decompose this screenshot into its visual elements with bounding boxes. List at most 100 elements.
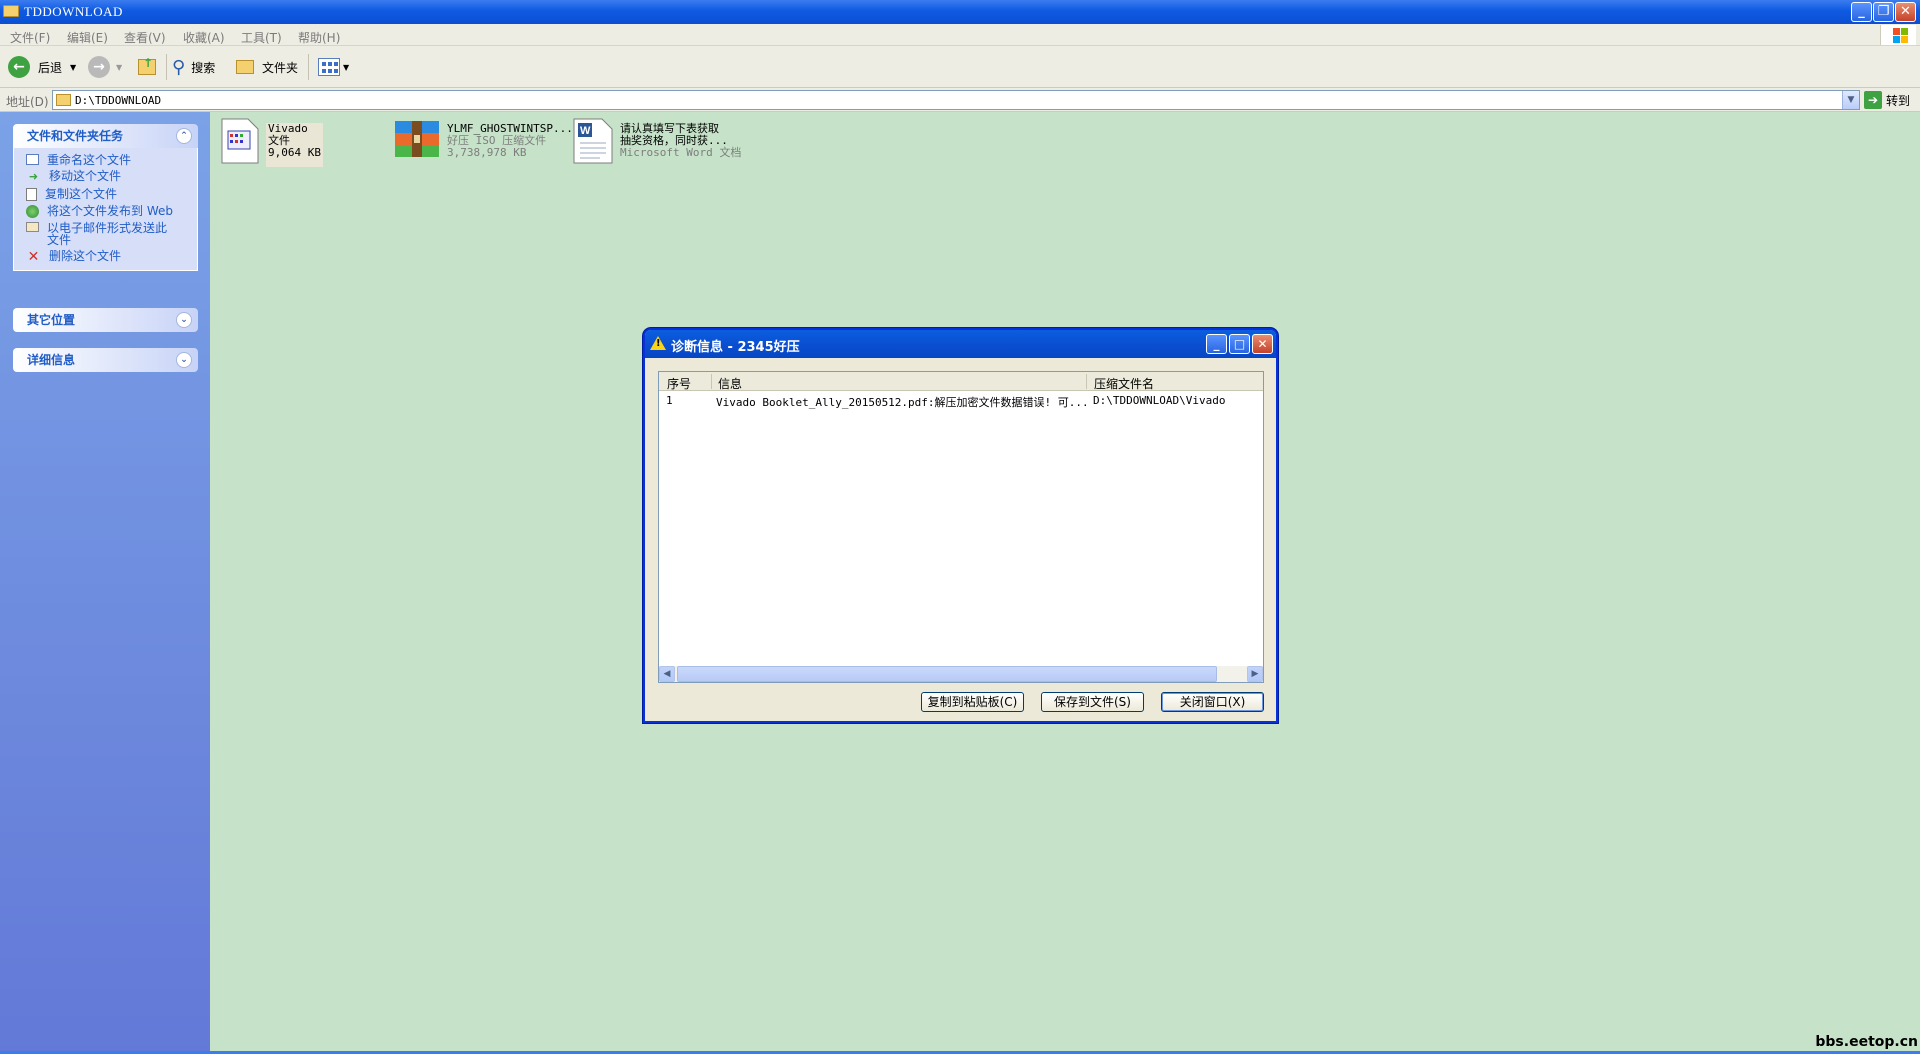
views-icon: [318, 58, 340, 76]
address-label: 地址(D): [6, 95, 49, 109]
task-label: 移动这个文件: [49, 169, 122, 183]
scroll-right-icon[interactable]: ▶: [1247, 666, 1263, 682]
folders-button[interactable]: 文件夹: [236, 54, 298, 80]
menu-file[interactable]: 文件(F): [10, 29, 50, 46]
horizontal-scrollbar[interactable]: ◀ ▶: [659, 666, 1263, 682]
search-button[interactable]: ⚲ 搜索: [172, 54, 215, 80]
dialog-title-bar[interactable]: ! 诊断信息 - 2345好压 _ □ ✕: [645, 330, 1276, 358]
web-publish-icon: [26, 205, 39, 218]
menu-favorites[interactable]: 收藏(A): [183, 29, 225, 46]
generic-file-icon: [221, 118, 259, 164]
close-button[interactable]: ✕: [1895, 2, 1916, 22]
row-message: Vivado Booklet_Ally_20150512.pdf:解压加密文件数…: [716, 396, 1089, 409]
folders-label: 文件夹: [262, 60, 299, 75]
task-rename[interactable]: 重命名这个文件: [14, 152, 197, 168]
back-dropdown-icon[interactable]: ▼: [70, 63, 76, 72]
minimize-button[interactable]: _: [1851, 2, 1872, 22]
back-label: 后退: [38, 60, 63, 75]
search-icon: ⚲: [172, 56, 186, 78]
folder-icon: [3, 5, 19, 17]
word-doc-icon: W: [573, 118, 613, 164]
address-value: D:\TDDOWNLOAD: [75, 94, 162, 107]
details-header[interactable]: 详细信息 ⌄: [13, 348, 198, 372]
save-to-file-button[interactable]: 保存到文件(S): [1041, 692, 1144, 712]
views-dropdown-icon: ▼: [343, 62, 350, 72]
details-title: 详细信息: [27, 353, 76, 367]
list-header: 序号 信息 压缩文件名: [659, 372, 1263, 391]
other-places-panel: 其它位置 ⌄: [13, 308, 198, 332]
menu-help[interactable]: 帮助(H): [298, 29, 340, 46]
task-label: 重命名这个文件: [47, 153, 132, 167]
archive-icon: [395, 121, 439, 157]
restore-button[interactable]: ❐: [1873, 2, 1894, 22]
task-email[interactable]: 以电子邮件形式发送此文件: [14, 220, 197, 248]
scroll-thumb[interactable]: [677, 666, 1217, 682]
dialog-minimize-button[interactable]: _: [1206, 334, 1227, 354]
table-row[interactable]: 1 Vivado Booklet_Ally_20150512.pdf:解压加密文…: [659, 392, 1263, 409]
watermark: bbs.eetop.cn: [1815, 1034, 1918, 1050]
details-panel: 详细信息 ⌄: [13, 348, 198, 372]
other-places-title: 其它位置: [27, 313, 76, 327]
task-label: 复制这个文件: [45, 187, 118, 201]
task-label: 以电子邮件形式发送此文件: [47, 221, 168, 247]
window-title: TDDOWNLOAD: [24, 4, 123, 19]
scroll-left-icon[interactable]: ◀: [659, 666, 675, 682]
expand-chevron-icon[interactable]: ⌄: [176, 352, 192, 368]
task-copy[interactable]: 复制这个文件: [14, 186, 197, 203]
file-tasks-panel: 文件和文件夹任务 ⌃ 重命名这个文件 ➜ 移动这个文件 复制这个文件 将这个文件…: [13, 124, 198, 271]
dialog-maximize-button[interactable]: □: [1229, 334, 1250, 354]
file-size: 3,738,978 KB: [447, 146, 527, 159]
menu-view[interactable]: 查看(V): [124, 29, 166, 46]
diagnostic-list[interactable]: 序号 信息 压缩文件名 1 Vivado Booklet_Ally_201505…: [658, 371, 1264, 683]
task-label: 将这个文件发布到 Web: [47, 204, 173, 218]
diagnostic-dialog: ! 诊断信息 - 2345好压 _ □ ✕ 序号 信息 压缩文件名 1 Viva…: [643, 328, 1278, 723]
address-input[interactable]: D:\TDDOWNLOAD ▼: [52, 90, 1860, 110]
forward-dropdown-icon[interactable]: ▼: [116, 63, 122, 72]
file-item[interactable]: W 请认真填写下表获取 抽奖资格，同时获... Microsoft Word 文…: [572, 117, 741, 167]
views-button[interactable]: ▼: [318, 54, 349, 80]
folder-icon: [56, 94, 71, 106]
title-bar[interactable]: TDDOWNLOAD _ ❐ ✕: [0, 0, 1920, 24]
file-tasks-header[interactable]: 文件和文件夹任务 ⌃: [13, 124, 198, 148]
rename-icon: [26, 154, 39, 165]
move-icon: ➜: [28, 170, 39, 183]
address-dropdown-icon[interactable]: ▼: [1842, 91, 1859, 109]
task-move[interactable]: ➜ 移动这个文件: [14, 168, 197, 186]
address-bar: 地址(D) D:\TDDOWNLOAD ▼ ➔ 转到: [0, 88, 1920, 112]
column-header-index[interactable]: 序号: [667, 375, 691, 392]
file-tasks-title: 文件和文件夹任务: [27, 129, 124, 143]
file-size: 9,064 KB: [268, 146, 321, 159]
dialog-close-button[interactable]: ✕: [1252, 334, 1273, 354]
back-arrow-icon: ←: [8, 56, 30, 78]
file-item[interactable]: YLMF_GHOSTWINTSP... 好压 ISO 压缩文件 3,738,97…: [393, 117, 573, 167]
up-folder-button[interactable]: ↑: [138, 54, 156, 80]
menu-bar: 文件(F) 编辑(E) 查看(V) 收藏(A) 工具(T) 帮助(H): [0, 24, 1920, 46]
column-header-message[interactable]: 信息: [718, 375, 742, 392]
copy-to-clipboard-button[interactable]: 复制到粘贴板(C): [921, 692, 1024, 712]
go-label: 转到: [1886, 93, 1911, 108]
task-pane: 文件和文件夹任务 ⌃ 重命名这个文件 ➜ 移动这个文件 复制这个文件 将这个文件…: [0, 112, 210, 1054]
task-delete[interactable]: ✕ 删除这个文件: [14, 248, 197, 266]
back-button[interactable]: ← 后退 ▼: [8, 54, 76, 80]
delete-icon: ✕: [27, 249, 40, 265]
search-label: 搜索: [191, 60, 216, 75]
windows-logo-icon: [1880, 25, 1916, 45]
go-button[interactable]: ➔ 转到: [1864, 90, 1910, 110]
file-size: Microsoft Word 文档: [620, 146, 742, 159]
forward-button[interactable]: → ▼: [88, 54, 122, 80]
other-places-header[interactable]: 其它位置 ⌄: [13, 308, 198, 332]
forward-arrow-icon: →: [88, 56, 110, 78]
menu-tools[interactable]: 工具(T): [241, 29, 282, 46]
menu-edit[interactable]: 编辑(E): [67, 29, 108, 46]
copy-icon: [26, 188, 37, 201]
up-folder-icon: ↑: [138, 56, 156, 75]
close-window-button[interactable]: 关闭窗口(X): [1161, 692, 1264, 712]
svg-text:W: W: [580, 125, 591, 137]
warning-icon: !: [650, 336, 666, 350]
task-publish-web[interactable]: 将这个文件发布到 Web: [14, 203, 197, 220]
row-archive: D:\TDDOWNLOAD\Vivado: [1093, 394, 1226, 407]
collapse-chevron-icon[interactable]: ⌃: [176, 128, 192, 144]
column-header-archive[interactable]: 压缩文件名: [1094, 375, 1154, 392]
expand-chevron-icon[interactable]: ⌄: [176, 312, 192, 328]
file-item[interactable]: Vivado 文件 9,064 KB: [220, 117, 323, 167]
